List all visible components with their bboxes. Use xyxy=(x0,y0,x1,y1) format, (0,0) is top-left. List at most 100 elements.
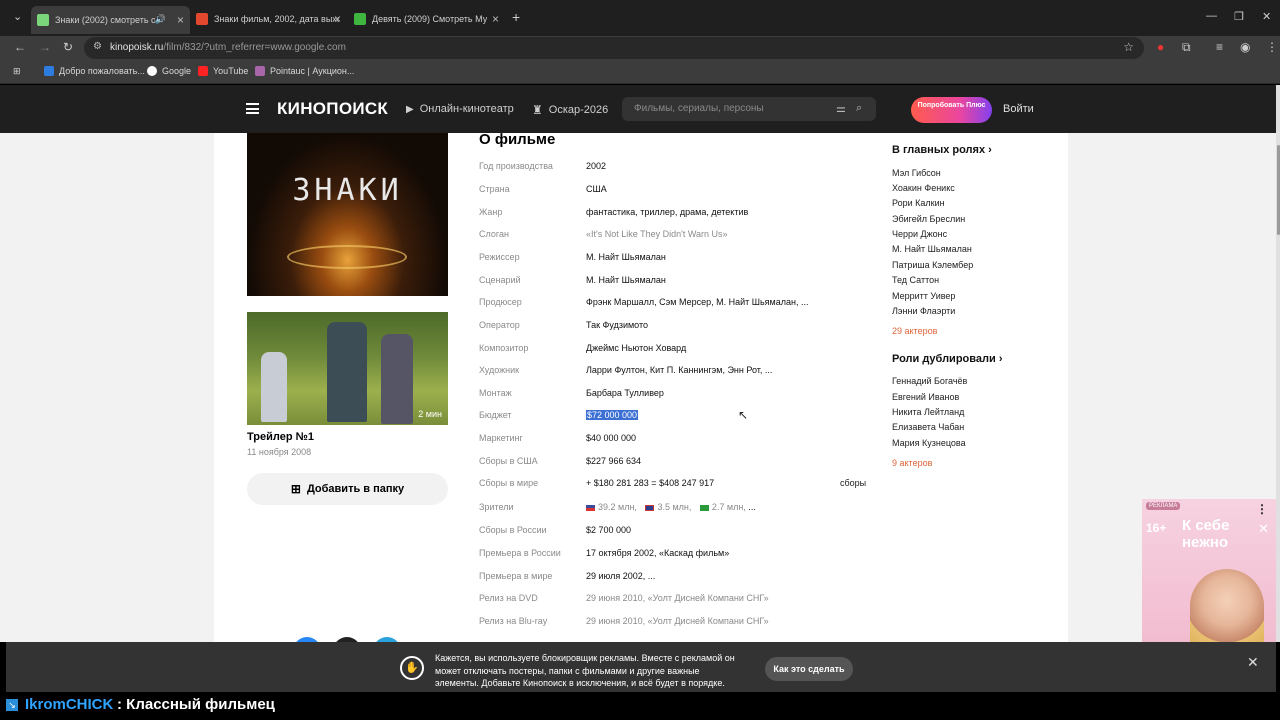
dub-member[interactable]: Мария Кузнецова xyxy=(892,438,966,448)
cast-member[interactable]: Хоакин Феникс xyxy=(892,183,955,193)
bookmark-vk[interactable]: Добро пожаловать... xyxy=(44,66,145,76)
ad-banner[interactable]: РЕКЛАМА ⋮ 16+ К себе нежно ✕ xyxy=(1142,499,1276,642)
world-gross-value: + $180 281 283 = $408 247 917 xyxy=(586,478,715,488)
close-tab-icon[interactable]: × xyxy=(334,12,341,26)
chat-message: : Классный фильмец xyxy=(117,696,275,713)
bookmark-youtube[interactable]: YouTube xyxy=(198,66,248,76)
cast-member[interactable]: Эбигейл Бреслин xyxy=(892,214,965,224)
figure-boy xyxy=(381,334,413,424)
trailer-title[interactable]: Трейлер №1 xyxy=(247,431,314,443)
tab-3[interactable]: Девять (2009) Смотреть Мульт × xyxy=(348,8,505,30)
cast-member[interactable]: Мэл Гибсон xyxy=(892,168,941,178)
extension-icon[interactable]: ● xyxy=(1157,40,1164,54)
bookmark-google[interactable]: Google xyxy=(147,66,191,76)
restore-icon[interactable]: ❐ xyxy=(1234,10,1244,23)
viewers-list[interactable]: 39.2 млн, 3.5 млн, 2.7 млн, ... xyxy=(586,502,756,512)
search-icon[interactable]: ⌕ xyxy=(856,102,862,115)
forward-icon[interactable]: → xyxy=(39,40,51,54)
ad-headline: К себе нежно xyxy=(1182,517,1230,551)
uk-flag-icon xyxy=(645,504,655,511)
hand-stop-icon: ✋ xyxy=(400,656,424,680)
trailer-thumbnail[interactable]: 2 мин xyxy=(247,312,448,425)
vk-icon xyxy=(44,66,54,76)
cast-member[interactable]: Тед Саттон xyxy=(892,275,939,285)
reload-icon[interactable]: ↻ xyxy=(63,40,73,54)
tab-label: Знаки (2002) смотреть онлайн xyxy=(55,15,155,25)
chevron-right-icon: › xyxy=(988,144,992,156)
ad-menu-icon[interactable]: ⋮ xyxy=(1256,502,1268,516)
site-info-icon[interactable]: ⚙ xyxy=(93,41,102,52)
all-dub-actors-link[interactable]: 9 актеров xyxy=(892,458,932,468)
dvd-release-value: 29 июня 2010, «Уолт Дисней Компани СНГ» xyxy=(586,593,769,603)
oscar-link[interactable]: ♜ Оскар-2026 xyxy=(532,103,608,117)
new-tab-icon[interactable]: + xyxy=(512,9,520,25)
editor-link[interactable]: Барбара Тулливер xyxy=(586,388,664,398)
dub-cast-heading[interactable]: Роли дублировали › xyxy=(892,353,1002,365)
speaker-icon[interactable]: 🔊 xyxy=(155,14,166,25)
login-link[interactable]: Войти xyxy=(1003,103,1034,115)
cast-member[interactable]: Патриша Кэлембер xyxy=(892,260,973,270)
russia-premiere-value[interactable]: 17 октября 2002, «Каскад фильм» xyxy=(586,548,729,558)
country-link[interactable]: США xyxy=(586,184,607,194)
filter-sliders-icon[interactable]: ⚌ xyxy=(836,102,846,115)
writer-link[interactable]: М. Найт Шьямалан xyxy=(586,275,666,285)
how-to-button[interactable]: Как это сделать xyxy=(765,657,853,681)
back-icon[interactable]: ← xyxy=(14,40,26,54)
all-actors-link[interactable]: 29 актеров xyxy=(892,326,937,336)
genre-links[interactable]: фантастика, триллер, драма, детектив xyxy=(586,207,748,217)
year-link[interactable]: 2002 xyxy=(586,161,606,171)
screen: ⌄ Знаки (2002) смотреть онлайн 🔊 × Знаки… xyxy=(0,0,1280,720)
tab-search-icon[interactable]: ⌄ xyxy=(13,10,22,23)
dub-member[interactable]: Геннадий Богачёв xyxy=(892,376,967,386)
cast-member[interactable]: Черри Джонс xyxy=(892,229,947,239)
close-tab-icon[interactable]: × xyxy=(492,12,499,26)
search-placeholder: Фильмы, сериалы, персоны xyxy=(634,103,764,114)
info-row: Сборы в мире + $180 281 283 = $408 247 91… xyxy=(479,478,867,488)
dub-member[interactable]: Никита Лейтланд xyxy=(892,407,964,417)
artist-links[interactable]: Ларри Фултон, Кит П. Каннингэм, Энн Рот,… xyxy=(586,365,772,375)
menu-kebab-icon[interactable]: ⋮ xyxy=(1266,40,1278,54)
ad-woman-image xyxy=(1190,569,1264,642)
url-field[interactable]: ⚙ kinopoisk.ru/film/832/?utm_referrer=ww… xyxy=(84,37,1144,59)
tab-1[interactable]: Знаки (2002) смотреть онлайн 🔊 × xyxy=(31,6,190,34)
cast-member[interactable]: Рори Калкин xyxy=(892,198,945,208)
dub-member[interactable]: Елизавета Чабан xyxy=(892,422,964,432)
online-cinema-link[interactable]: ▶ Онлайн-кинотеатр xyxy=(406,103,514,115)
google-icon xyxy=(147,66,157,76)
close-window-icon[interactable]: ✕ xyxy=(1262,10,1271,23)
close-notice-icon[interactable]: ✕ xyxy=(1247,654,1259,671)
apps-grid-icon[interactable]: ⊞ xyxy=(13,66,21,77)
ad-close-icon[interactable]: ✕ xyxy=(1258,521,1269,537)
bookmark-pointauc[interactable]: Pointauc | Аукцион... xyxy=(255,66,354,76)
cast-member[interactable]: Мерритт Уивер xyxy=(892,291,955,301)
search-input[interactable]: Фильмы, сериалы, персоны ⚌ ⌕ xyxy=(622,97,876,121)
cast-member[interactable]: Лэнни Флаэрти xyxy=(892,306,955,316)
producer-links[interactable]: Фрэнк Маршалл, Сэм Мерсер, М. Найт Шьяма… xyxy=(586,297,808,307)
ad-label: РЕКЛАМА xyxy=(1146,502,1181,510)
world-premiere-value[interactable]: 29 июля 2002, ... xyxy=(586,571,655,581)
chat-username: IkromCHICK xyxy=(25,696,114,713)
bookmark-star-icon[interactable]: ☆ xyxy=(1123,40,1134,54)
profile-icon[interactable]: ◉ xyxy=(1240,40,1250,54)
info-row: Релиз на DVD 29 июня 2010, «Уолт Дисней К… xyxy=(479,593,769,603)
kinopoisk-logo[interactable]: КИНОПОИСК xyxy=(277,99,388,119)
close-tab-icon[interactable]: × xyxy=(177,13,184,27)
adblock-text: Кажется, вы используете блокировщик рекл… xyxy=(435,653,735,688)
media-controls-icon[interactable]: ≡ xyxy=(1216,40,1223,54)
operator-link[interactable]: Так Фудзимото xyxy=(586,320,648,330)
box-office-link[interactable]: сборы xyxy=(840,478,866,488)
add-to-folder-button[interactable]: ⊞ Добавить в папку xyxy=(247,473,448,505)
minimize-icon[interactable]: — xyxy=(1206,10,1217,22)
main-cast-heading[interactable]: В главных ролях › xyxy=(892,144,992,156)
chevron-right-icon: › xyxy=(998,353,1003,365)
director-link[interactable]: М. Найт Шьямалан xyxy=(586,252,666,262)
dub-member[interactable]: Евгений Иванов xyxy=(892,392,959,402)
try-plus-button[interactable]: Попробовать Плюс xyxy=(911,97,992,123)
menu-burger-icon[interactable] xyxy=(246,103,259,114)
composer-link[interactable]: Джеймс Ньютон Ховард xyxy=(586,343,686,353)
extensions-puzzle-icon[interactable]: ⧉ xyxy=(1182,40,1191,55)
tab-2[interactable]: Знаки фильм, 2002, дата выхода × xyxy=(190,8,347,30)
cast-member[interactable]: М. Найт Шьямалан xyxy=(892,244,972,254)
tab-label: Знаки фильм, 2002, дата выхода xyxy=(214,14,339,24)
film-poster[interactable]: ЗНАКИ xyxy=(247,133,448,296)
